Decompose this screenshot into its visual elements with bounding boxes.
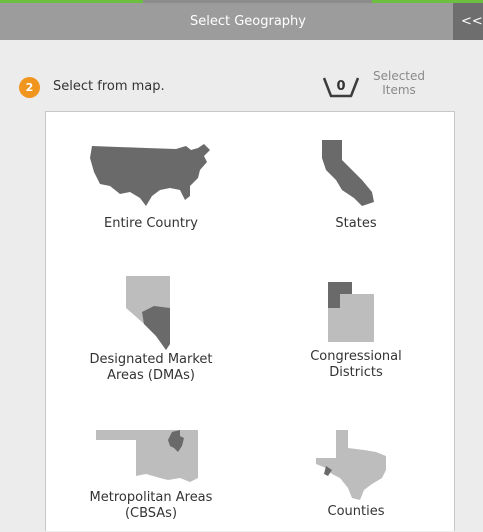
- option-label: Congressional Districts: [310, 349, 402, 380]
- usa-map-icon: [90, 144, 210, 206]
- option-label: Designated Market Areas (DMAs): [89, 352, 213, 383]
- geography-options-panel: Entire Country States Designated Market …: [45, 111, 455, 531]
- collapse-label: <<: [461, 14, 483, 29]
- option-congressional-districts[interactable]: Congressional Districts: [256, 262, 456, 402]
- panel-title: Select Geography: [189, 14, 306, 29]
- collapse-button[interactable]: <<: [453, 3, 483, 40]
- option-label: Metropolitan Areas (CBSAs): [89, 490, 213, 521]
- selected-count: 0: [336, 78, 346, 94]
- selected-items-counter[interactable]: 0: [322, 74, 360, 100]
- step-instruction: Select from map.: [53, 79, 165, 94]
- option-dmas[interactable]: Designated Market Areas (DMAs): [46, 262, 266, 402]
- option-label: States: [335, 216, 377, 231]
- california-icon: [322, 140, 374, 206]
- selected-items-label: Selected Items: [372, 69, 426, 97]
- utah-district-icon: [328, 282, 374, 342]
- option-label: Entire Country: [104, 216, 198, 231]
- option-label: Counties: [327, 504, 385, 519]
- option-cbsas[interactable]: Metropolitan Areas (CBSAs): [46, 412, 266, 532]
- panel-header: Select Geography: [0, 3, 453, 40]
- nevada-dma-icon: [126, 276, 170, 350]
- oklahoma-cbsa-icon: [96, 430, 198, 482]
- step-number-badge: 2: [19, 77, 40, 98]
- option-states[interactable]: States: [256, 112, 456, 252]
- option-entire-country[interactable]: Entire Country: [46, 112, 266, 252]
- texas-county-icon: [316, 430, 386, 500]
- option-counties[interactable]: Counties: [256, 412, 456, 532]
